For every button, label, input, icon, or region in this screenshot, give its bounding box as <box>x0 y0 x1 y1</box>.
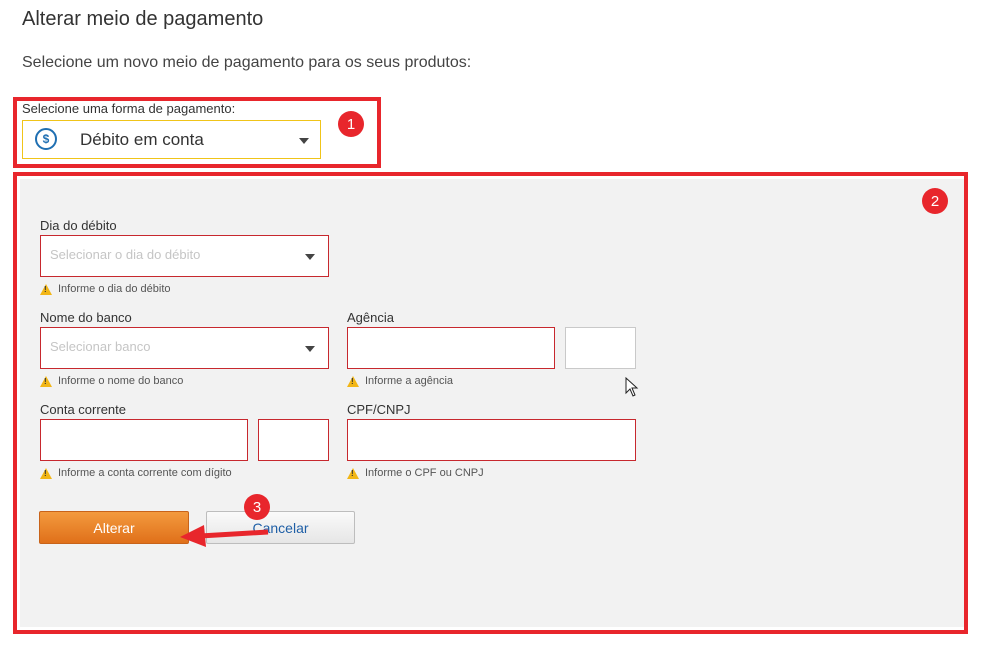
page-title: Alterar meio de pagamento <box>22 8 264 30</box>
annotation-badge-2: 2 <box>922 188 948 214</box>
annotation-box-2 <box>13 172 968 634</box>
page-subtitle: Selecione um novo meio de pagamento para… <box>22 54 472 71</box>
annotation-badge-1: 1 <box>338 111 364 137</box>
annotation-box-1 <box>13 97 381 168</box>
